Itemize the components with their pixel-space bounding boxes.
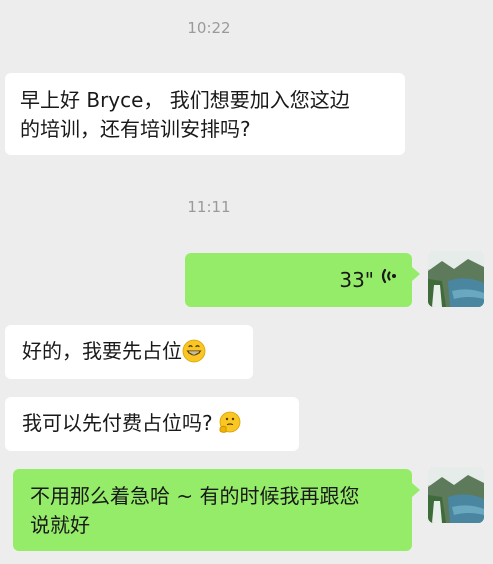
voice-message-bubble[interactable]: 33" — [185, 253, 420, 307]
timestamp: 10:22 — [187, 19, 231, 37]
voice-duration: 33" — [339, 267, 374, 292]
message-text: 我可以先付费占位吗? — [22, 411, 213, 435]
message-text: 好的，我要先占位 — [22, 339, 182, 363]
incoming-message-bubble[interactable]: 好的，我要先占位 — [5, 325, 253, 379]
message-text-line: 的培训，还有培训安排吗? — [20, 117, 251, 141]
message-text-line: 说就好 — [30, 513, 90, 537]
incoming-message-bubble[interactable]: 早上好 Bryce， 我们想要加入您这边 的培训，还有培训安排吗? — [5, 73, 405, 155]
message-text-line: 不用那么着急哈 ~ 有的时候我再跟您 — [30, 484, 360, 508]
user-avatar[interactable] — [428, 251, 484, 307]
message-text-line: 早上好 Bryce， 我们想要加入您这边 — [20, 88, 350, 112]
incoming-message-bubble[interactable]: 我可以先付费占位吗? — [5, 397, 299, 451]
outgoing-message-bubble[interactable]: 不用那么着急哈 ~ 有的时候我再跟您 说就好 — [13, 469, 420, 551]
grinning-face-icon — [182, 339, 206, 371]
timestamp: 11:11 — [187, 198, 231, 216]
voice-wave-icon — [380, 265, 398, 295]
thinking-face-icon — [217, 411, 241, 443]
user-avatar[interactable] — [428, 467, 484, 523]
